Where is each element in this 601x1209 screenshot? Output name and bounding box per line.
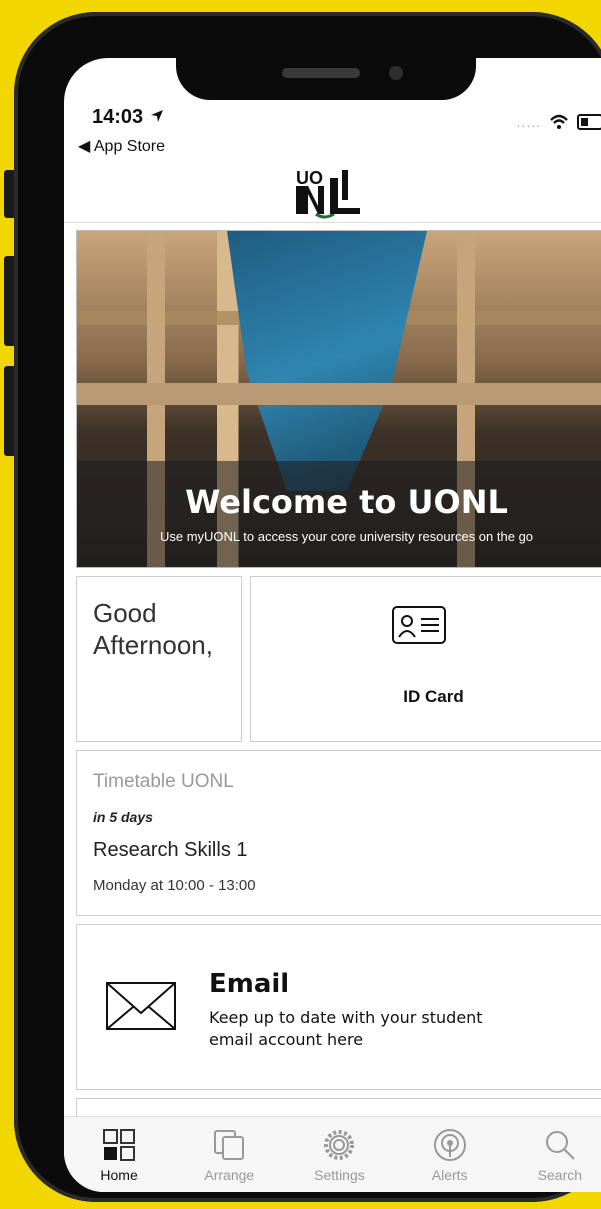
email-title: Email	[209, 969, 290, 999]
back-to-app-store[interactable]: ◀ App Store	[78, 136, 165, 156]
header-divider	[64, 222, 601, 223]
id-card-tile[interactable]: ID Card	[250, 576, 601, 742]
arrange-icon	[214, 1130, 245, 1160]
tab-search[interactable]: Search	[505, 1117, 601, 1192]
tab-label: Alerts	[431, 1167, 468, 1183]
tab-label: Settings	[314, 1167, 365, 1183]
greeting-card: Good Afternoon,	[76, 576, 242, 742]
tab-label: Home	[100, 1167, 138, 1183]
uonl-logo: UO	[296, 168, 360, 219]
status-icons: .....	[517, 114, 601, 130]
gear-icon	[324, 1130, 355, 1160]
search-icon	[545, 1131, 575, 1160]
id-card-icon	[392, 606, 446, 644]
tab-label: Arrange	[204, 1167, 255, 1183]
email-card[interactable]: Email Keep up to date with your student …	[76, 924, 601, 1090]
location-arrow-icon	[150, 110, 163, 122]
banner-title: Welcome to UONL	[185, 483, 508, 521]
timetable-when: in 5 days	[93, 809, 153, 825]
timetable-time: Monday at 10:00 - 13:00	[93, 877, 256, 894]
greeting-line-1: Good	[93, 598, 157, 628]
banner-photo-beam	[77, 383, 601, 405]
wifi-icon	[550, 114, 568, 129]
battery-icon	[577, 114, 601, 130]
greeting-text: Good Afternoon,	[93, 597, 213, 661]
signal-dots: .....	[516, 114, 541, 130]
svg-text:UO: UO	[296, 168, 323, 188]
tab-bar: Home Arrange Settings Alerts Search	[64, 1116, 601, 1192]
notch	[176, 24, 476, 100]
tab-label: Search	[537, 1167, 583, 1183]
tab-alerts[interactable]: Alerts	[395, 1117, 505, 1192]
welcome-banner[interactable]: Welcome to UONL Use myUONL to access you…	[76, 230, 601, 568]
banner-subtitle: Use myUONL to access your core universit…	[159, 529, 534, 544]
tab-home[interactable]: Home	[64, 1117, 174, 1192]
app-screen: 14:03 ◀ App Store ..... UO Welcome to UO…	[64, 58, 601, 1192]
email-description: Keep up to date with your student email …	[209, 1008, 483, 1049]
phone-frame: 14:03 ◀ App Store ..... UO Welcome to UO…	[14, 12, 601, 1202]
broadcast-icon	[433, 1129, 466, 1161]
envelope-icon	[106, 982, 176, 1030]
home-grid-icon	[103, 1129, 136, 1161]
greeting-line-2: Afternoon,	[93, 630, 213, 660]
tab-settings[interactable]: Settings	[284, 1117, 394, 1192]
front-camera	[389, 66, 403, 80]
tab-arrange[interactable]: Arrange	[174, 1117, 284, 1192]
timetable-card[interactable]: Timetable UONL in 5 days Research Skills…	[76, 750, 601, 916]
status-time: 14:03	[92, 106, 165, 129]
id-card-label: ID Card	[403, 687, 464, 706]
timetable-course: Research Skills 1	[93, 839, 248, 861]
banner-photo-staircase	[227, 231, 427, 491]
timetable-title: Timetable UONL	[93, 771, 234, 792]
speaker	[282, 68, 360, 78]
status-time-text: 14:03	[92, 106, 144, 128]
